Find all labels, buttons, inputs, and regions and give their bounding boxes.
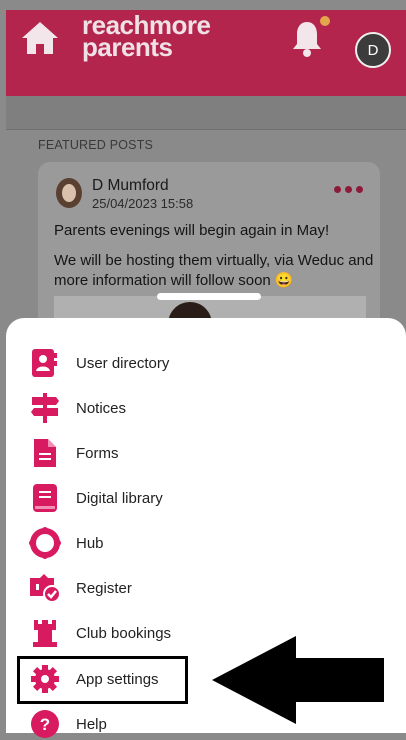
- menu-item-label: Notices: [76, 399, 127, 417]
- menu-item-label: Forms: [76, 444, 119, 462]
- author-avatar: [56, 178, 82, 208]
- menu-item-label: Hub: [76, 534, 104, 552]
- menu-item-help[interactable]: ? Help: [28, 708, 107, 740]
- post-date: 25/04/2023 15:58: [92, 196, 194, 211]
- toolbar-band: [6, 96, 406, 130]
- app-logo: reachmore parents: [82, 12, 211, 60]
- post-author: D Mumford: [92, 177, 169, 194]
- menu-item-label: Help: [76, 715, 107, 733]
- user-directory-icon: [28, 347, 62, 379]
- more-options-icon[interactable]: [334, 186, 363, 193]
- post-text-line2: We will be hosting them virtually, via W…: [54, 252, 374, 289]
- menu-item-digital-library[interactable]: Digital library: [28, 482, 163, 514]
- menu-item-label: Register: [76, 579, 132, 597]
- menu-item-club-bookings[interactable]: Club bookings: [28, 617, 171, 649]
- book-icon: [28, 482, 62, 514]
- home-icon[interactable]: [20, 18, 60, 58]
- castle-icon: [28, 617, 62, 649]
- hub-icon: [28, 527, 62, 559]
- signpost-icon: [28, 392, 62, 424]
- menu-item-hub[interactable]: Hub: [28, 527, 104, 559]
- section-title: FEATURED POSTS: [38, 138, 154, 152]
- menu-item-label: Digital library: [76, 489, 163, 507]
- post-text-line1: Parents evenings will begin again in May…: [54, 222, 330, 239]
- highlight-box: [17, 656, 188, 704]
- sheet-grabber[interactable]: [157, 293, 261, 300]
- menu-item-user-directory[interactable]: User directory: [28, 347, 169, 379]
- menu-item-forms[interactable]: Forms: [28, 437, 119, 469]
- menu-item-label: Club bookings: [76, 624, 172, 642]
- notification-dot: [320, 16, 330, 26]
- register-icon: [28, 572, 62, 604]
- svg-text:?: ?: [40, 715, 50, 734]
- menu-item-register[interactable]: Register: [28, 572, 132, 604]
- arrow-left-icon: [212, 636, 384, 724]
- help-icon: ?: [28, 708, 62, 740]
- menu-item-label: User directory: [76, 354, 170, 372]
- user-avatar[interactable]: D: [355, 32, 391, 68]
- menu-item-notices[interactable]: Notices: [28, 392, 126, 424]
- bell-icon[interactable]: [290, 18, 324, 58]
- divider: [6, 129, 406, 130]
- document-icon: [28, 437, 62, 469]
